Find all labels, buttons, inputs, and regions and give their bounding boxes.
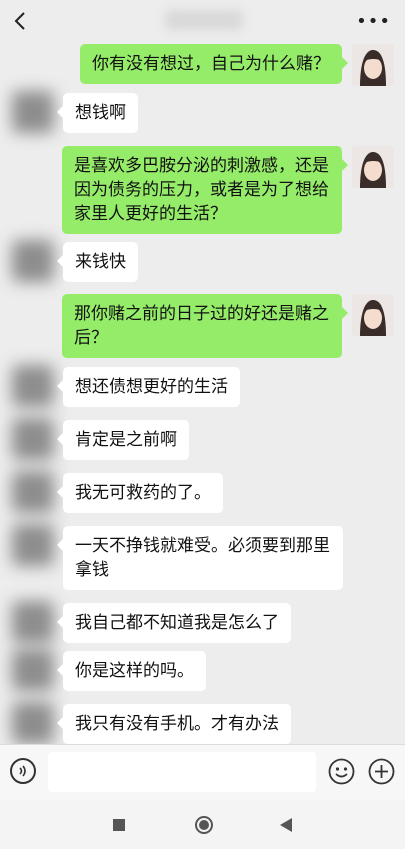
message-bubble-other[interactable]: 来钱快	[57, 242, 138, 282]
more-dots-icon[interactable]: •••	[356, 11, 391, 32]
message-bubble-self[interactable]: 是喜欢多巴胺分泌的刺激感，还是因为债务的压力，或者是为了想给家里人更好的生活？	[62, 146, 348, 234]
voice-waves	[19, 765, 26, 777]
avatar[interactable]	[12, 702, 54, 744]
avatar[interactable]	[12, 91, 54, 133]
message-bubble-other[interactable]: 我只有没有手机。才有办法	[57, 704, 291, 744]
message-input[interactable]	[48, 752, 316, 792]
message-bubble-other[interactable]: 想还债想更好的生活	[57, 367, 240, 407]
avatar[interactable]	[12, 240, 54, 282]
chevron-left-icon[interactable]	[10, 10, 32, 32]
message-bubble-other[interactable]: 你是这样的吗。	[57, 651, 206, 691]
message-bubble-other[interactable]: 想钱啊	[57, 93, 138, 133]
avatar[interactable]	[12, 601, 54, 643]
voice-icon[interactable]	[10, 758, 36, 784]
message-bubble-self[interactable]: 那你赌之前的日子过的好还是赌之后？	[62, 294, 348, 358]
avatar[interactable]	[352, 294, 394, 336]
message-bubble-other[interactable]: 一天不挣钱就难受。必须要到那里拿钱	[57, 526, 343, 590]
avatar-photo	[352, 44, 394, 86]
emoji-icon[interactable]	[328, 758, 355, 785]
message-list: 你有没有想过，自己为什么赌？ 想钱啊 是喜欢多巴胺分泌的刺激感，还是因为债务的压…	[0, 44, 405, 744]
message-bubble-other[interactable]: 我无可救药的了。	[57, 473, 223, 513]
avatar[interactable]	[12, 471, 54, 513]
avatar-photo	[352, 146, 394, 188]
chat-header: •••	[0, 0, 405, 44]
back-triangle-icon[interactable]	[280, 818, 292, 832]
plus-icon[interactable]	[368, 758, 395, 785]
input-bar	[0, 744, 405, 800]
avatar[interactable]	[12, 418, 54, 460]
avatar-photo	[352, 294, 394, 336]
message-bubble-other[interactable]: 我自己都不知道我是怎么了	[57, 603, 291, 643]
avatar[interactable]	[352, 44, 394, 86]
avatar[interactable]	[12, 649, 54, 691]
system-nav-bar	[0, 800, 405, 849]
avatar[interactable]	[12, 365, 54, 407]
message-bubble-other[interactable]: 肯定是之前啊	[57, 420, 189, 460]
chat-title-blurred	[165, 10, 243, 30]
avatar[interactable]	[352, 146, 394, 188]
home-icon[interactable]	[194, 815, 214, 835]
recent-apps-icon[interactable]	[113, 819, 125, 831]
message-bubble-self[interactable]: 你有没有想过，自己为什么赌？	[80, 44, 348, 84]
avatar[interactable]	[12, 524, 54, 566]
